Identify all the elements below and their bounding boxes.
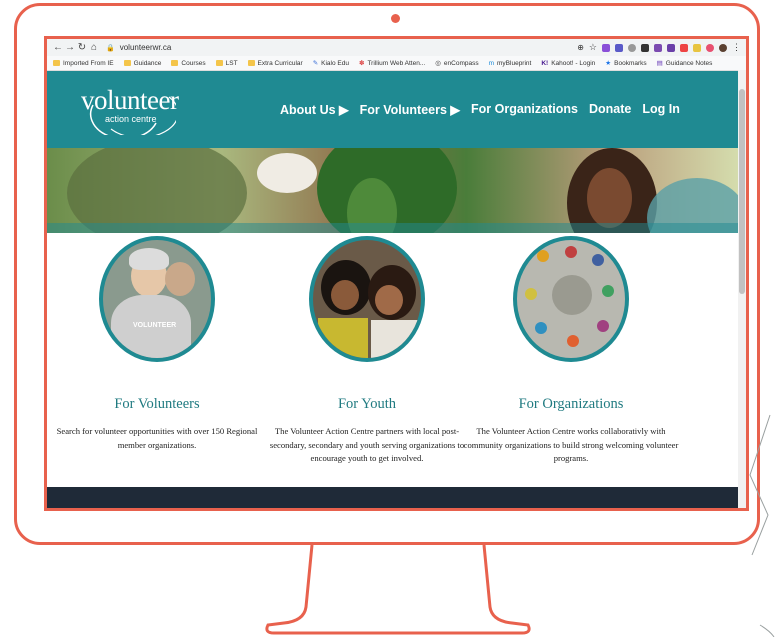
bookmark-item[interactable]: ✽ Trillium Web Atten...	[358, 59, 425, 68]
menu-icon[interactable]: ⋮	[732, 42, 741, 53]
back-icon[interactable]: ←	[52, 42, 64, 53]
bookmark-item[interactable]: Extra Curricular	[247, 60, 303, 67]
nav-for-organizations[interactable]: For Organizations	[471, 102, 578, 117]
card-text: The Volunteer Action Centre partners wit…	[269, 426, 465, 463]
encompass-icon: ◎	[435, 60, 441, 67]
youth-photo[interactable]	[309, 236, 425, 362]
site-logo[interactable]: volunteer action centre	[81, 83, 179, 135]
folder-icon	[247, 60, 255, 66]
nav-for-volunteers[interactable]: For Volunteers ▶	[360, 102, 460, 117]
extension-icon[interactable]	[602, 43, 610, 52]
extension-icon[interactable]	[615, 43, 623, 52]
folder-icon	[123, 60, 131, 66]
card-text: Search for volunteer opportunities with …	[56, 426, 258, 450]
logo-subtitle: action centre	[105, 114, 157, 124]
bookmark-item[interactable]: LST	[215, 60, 238, 67]
myblueprint-icon: m	[488, 59, 495, 67]
bookmark-item[interactable]: Guidance	[123, 60, 161, 67]
dark-footer-band	[47, 487, 739, 508]
nav-log-in[interactable]: Log In	[642, 102, 680, 117]
extension-icon[interactable]	[667, 43, 675, 52]
lock-icon: 🔒	[106, 44, 115, 52]
monitor-stand	[265, 545, 531, 635]
site-header: volunteer action centre About Us ▶ For V…	[47, 71, 746, 148]
card-youth: For Youth The Volunteer Action Centre pa…	[257, 236, 477, 466]
decorative-line-art	[749, 414, 775, 637]
star-icon[interactable]: ☆	[589, 42, 597, 53]
card-title[interactable]: For Volunteers	[47, 396, 267, 413]
url-text: volunteerwr.ca	[119, 43, 172, 52]
extension-icon[interactable]	[706, 43, 714, 52]
bookmark-item[interactable]: Courses	[171, 60, 206, 67]
bookmark-item[interactable]: m myBlueprint	[489, 60, 532, 67]
browser-toolbar: ← → ↻ ⌂ 🔒 volunteerwr.ca ⊕ ☆ ⋮	[47, 39, 746, 56]
card-title[interactable]: For Organizations	[461, 396, 681, 413]
nav-about-us[interactable]: About Us ▶	[280, 102, 349, 117]
extension-icons: ⊕ ☆ ⋮	[577, 42, 741, 53]
bookmarks-bar: Imported From IE Guidance Courses LST Ex…	[47, 56, 746, 71]
folder-icon	[215, 60, 223, 66]
feature-cards: VOLUNTEER For Volunteers Search for volu…	[47, 236, 739, 484]
home-icon[interactable]: ⌂	[88, 42, 100, 53]
extension-icon[interactable]	[641, 43, 649, 52]
extension-icon[interactable]	[693, 43, 701, 52]
address-bar[interactable]: 🔒 volunteerwr.ca	[106, 42, 577, 54]
bookmark-star-icon: ★	[605, 60, 612, 67]
browser-screen: ← → ↻ ⌂ 🔒 volunteerwr.ca ⊕ ☆ ⋮ Imported …	[44, 36, 749, 511]
notes-icon: ▤	[656, 60, 663, 67]
extension-icon[interactable]	[680, 43, 688, 52]
bookmark-item[interactable]: ▤ Guidance Notes	[656, 59, 713, 68]
bookmark-item[interactable]: ★ Bookmarks	[605, 59, 646, 68]
scrollbar-thumb[interactable]	[739, 89, 745, 294]
forward-icon[interactable]: →	[64, 42, 76, 53]
extension-icon[interactable]	[654, 43, 662, 52]
shirt-text: VOLUNTEER	[133, 322, 177, 329]
bookmark-item[interactable]: Imported From IE	[53, 60, 114, 67]
profile-avatar[interactable]	[719, 43, 727, 52]
folder-icon	[171, 60, 179, 66]
bookmark-item[interactable]: ✎ Kialo Edu	[312, 59, 349, 68]
extension-icon[interactable]	[628, 43, 636, 52]
card-volunteers: VOLUNTEER For Volunteers Search for volu…	[47, 236, 267, 452]
bookmark-item[interactable]: ◎ enCompass	[435, 59, 478, 68]
trillium-icon: ✽	[358, 60, 365, 67]
card-organizations: For Organizations The Volunteer Action C…	[461, 236, 681, 466]
reload-icon[interactable]: ↻	[76, 42, 88, 53]
organizations-photo[interactable]	[513, 236, 629, 362]
zoom-icon[interactable]: ⊕	[577, 43, 584, 52]
folder-icon	[53, 60, 60, 66]
kahoot-icon: K!	[541, 59, 549, 67]
card-text: The Volunteer Action Centre works collab…	[463, 426, 679, 463]
logo-word: volunteer	[81, 85, 179, 115]
volunteers-photo[interactable]: VOLUNTEER	[99, 236, 215, 362]
kialo-icon: ✎	[312, 60, 319, 67]
webcam-dot	[391, 14, 400, 23]
main-nav: About Us ▶ For Volunteers ▶ For Organiza…	[280, 102, 680, 117]
nav-donate[interactable]: Donate	[589, 102, 631, 117]
card-title[interactable]: For Youth	[257, 396, 477, 413]
hero-banner	[47, 148, 746, 233]
bookmark-item[interactable]: K! Kahoot! - Login	[541, 60, 595, 67]
